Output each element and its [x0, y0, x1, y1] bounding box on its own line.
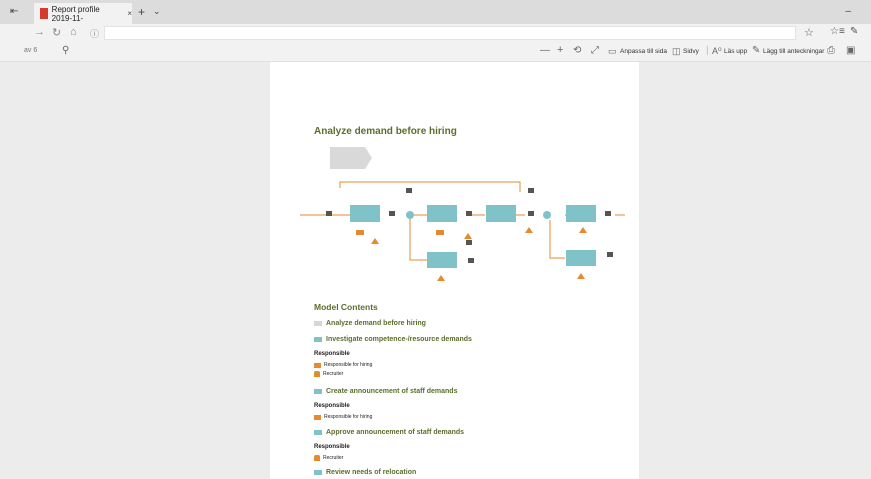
role-group-icon: [314, 362, 321, 368]
responsible-name: Responsible for hiring: [324, 414, 373, 420]
responsible-heading: Responsible: [314, 444, 350, 450]
read-aloud-button[interactable]: Läs upp: [724, 48, 747, 55]
responsible-name: Recruiter: [323, 371, 344, 377]
person-icon: [314, 455, 320, 461]
page-title: Analyze demand before hiring: [314, 126, 457, 137]
save-icon[interactable]: ▣: [846, 45, 855, 56]
activity-swatch: [314, 389, 322, 394]
responsible-row: Recruiter: [314, 455, 343, 461]
content-item-process: Analyze demand before hiring: [314, 320, 426, 327]
model-contents-heading: Model Contents: [314, 302, 378, 312]
zoom-in-icon[interactable]: +: [557, 44, 563, 56]
responsible-row: Responsible for hiring: [314, 414, 372, 420]
responsible-heading: Responsible: [314, 403, 350, 409]
content-item-activity: Create announcement of staff demands: [314, 388, 457, 395]
process-diagram: [300, 147, 625, 281]
responsible-row: Recruiter: [314, 371, 343, 377]
tab-title: Report profile 2019-11-: [51, 4, 100, 23]
search-icon[interactable]: ⚲: [62, 45, 69, 56]
info-icon[interactable]: ⓘ: [90, 27, 99, 40]
home-icon[interactable]: ⌂: [70, 26, 77, 38]
content-item-label: Create announcement of staff demands: [326, 388, 458, 395]
role-group-icon: [314, 414, 321, 420]
toolbar-separator: |: [706, 45, 709, 56]
zoom-out-icon[interactable]: —: [540, 45, 550, 56]
pdf-icon: [40, 8, 48, 19]
activity-investigate: [350, 205, 380, 222]
tab-list-icon[interactable]: ⌄: [153, 6, 161, 17]
content-item-label: Approve announcement of staff demands: [326, 429, 465, 436]
tab-report-profile[interactable]: Report profile 2019-11- ×: [34, 3, 132, 24]
person-icon: [314, 371, 320, 377]
favorites-icon[interactable]: ☆≡: [830, 26, 845, 37]
pdf-viewer[interactable]: Analyze demand before hiring Model Conte…: [0, 62, 871, 479]
content-item-label: Analyze demand before hiring: [326, 320, 426, 327]
activity-contact: [566, 250, 596, 266]
navigation-bar: → ↻ ⌂ ⓘ ☆ ☆≡ ✎: [0, 24, 871, 42]
content-item-activity: Investigate competence-/resource demands: [314, 336, 472, 343]
pdf-toolbar: av 6 ⚲ — + ⟲ ⤢ ▭ Anpassa till sida ◫ Sid…: [0, 42, 871, 62]
add-annotations-button[interactable]: Lägg till anteckningar: [763, 48, 824, 55]
content-item-label: Investigate competence-/resource demands: [326, 336, 472, 343]
gateway-2: [543, 211, 551, 219]
activity-swatch: [314, 470, 322, 475]
gateway-1: [406, 211, 414, 219]
minimize-button[interactable]: –: [845, 6, 851, 17]
page-indicator[interactable]: av 6: [24, 47, 37, 54]
content-item-activity: Approve announcement of staff demands: [314, 429, 464, 436]
responsible-name: Recruiter: [323, 455, 344, 461]
activity-review: [566, 205, 596, 222]
tab-close-icon[interactable]: ×: [127, 9, 132, 18]
activity-approve: [486, 205, 516, 222]
rotate-icon[interactable]: ⟲: [573, 45, 581, 56]
content-item-label: Review needs of relocation: [326, 469, 417, 476]
annotate-pen-icon[interactable]: ✎: [752, 45, 760, 56]
activity-swatch: [314, 430, 322, 435]
page-view-icon[interactable]: ◫: [672, 46, 681, 57]
tab-actions-icon[interactable]: ⇤: [10, 6, 18, 17]
fullscreen-icon[interactable]: ⤢: [591, 45, 599, 56]
responsible-heading: Responsible: [314, 351, 350, 357]
activity-swatch: [314, 337, 322, 342]
page-view-button[interactable]: Sidvy: [683, 48, 699, 55]
content-item-activity: Review needs of relocation: [314, 469, 416, 476]
address-bar[interactable]: [104, 26, 796, 40]
refresh-icon[interactable]: ↻: [52, 26, 61, 39]
fit-to-page-button[interactable]: Anpassa till sida: [620, 48, 667, 55]
responsible-name: Responsible for hiring: [324, 362, 373, 368]
read-aloud-icon[interactable]: A⁰: [712, 46, 722, 57]
new-tab-button[interactable]: +: [138, 5, 145, 19]
activity-create: [427, 205, 457, 222]
notes-pen-icon[interactable]: ✎: [850, 26, 858, 37]
responsible-row: Responsible for hiring: [314, 362, 372, 368]
favorite-star-icon[interactable]: ☆: [804, 26, 814, 39]
start-process-shape: [330, 147, 372, 169]
fit-page-icon[interactable]: ▭: [608, 46, 617, 57]
forward-icon[interactable]: →: [34, 26, 45, 38]
pdf-page: Analyze demand before hiring Model Conte…: [270, 62, 639, 479]
activity-create-job: [427, 252, 457, 268]
process-swatch: [314, 321, 322, 326]
tab-bar: ⇤ Report profile 2019-11- × + ⌄ –: [0, 0, 871, 24]
print-icon[interactable]: ⎙: [827, 45, 835, 56]
